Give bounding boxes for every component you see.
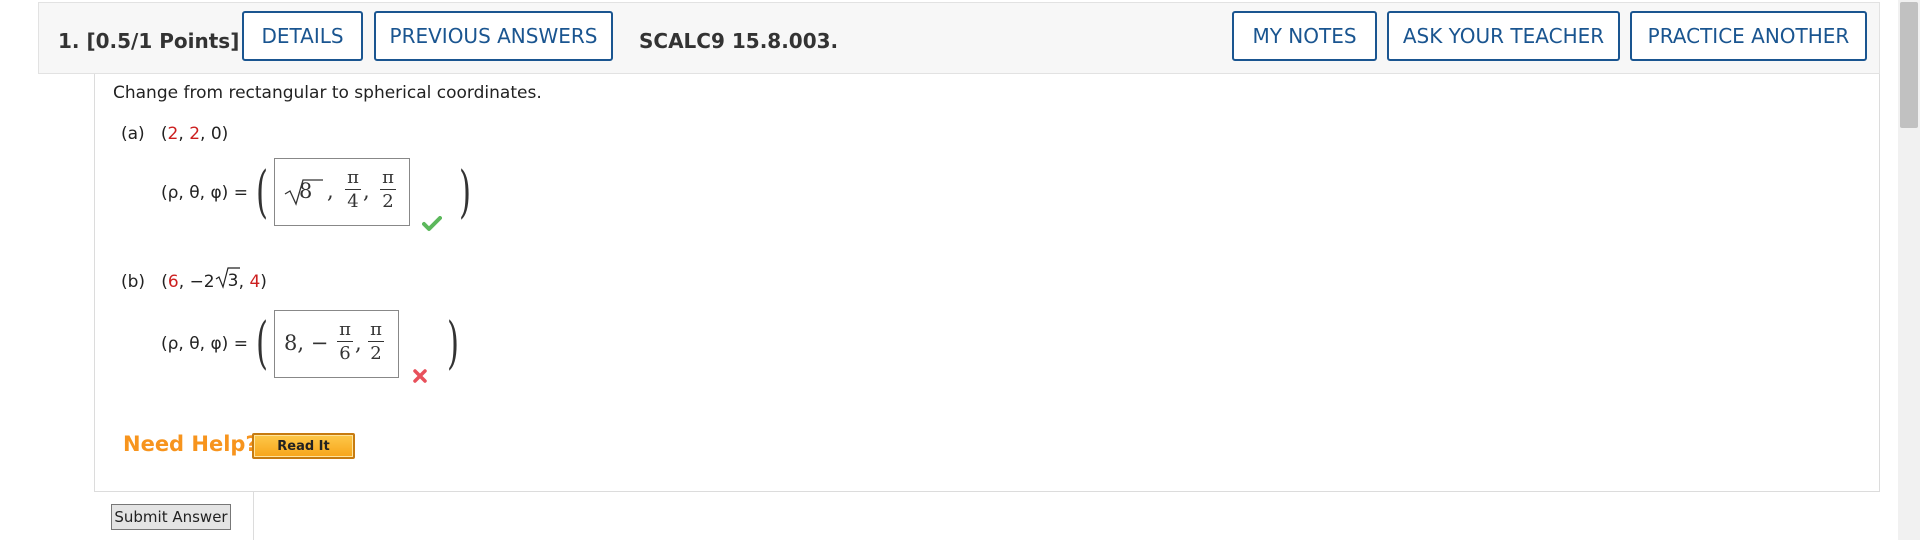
point-b-x: 6 xyxy=(167,272,179,292)
question-reference: SCALC9 15.8.003. xyxy=(639,29,839,53)
part-b-label: (b) xyxy=(121,272,146,292)
part-b-prompt: (b) (6, −2 3, 4) xyxy=(121,267,267,292)
part-b-open-paren: ( xyxy=(256,311,269,376)
answer-box-b[interactable]: 8, − π6 , π2 xyxy=(274,310,399,378)
my-notes-button[interactable]: MY NOTES xyxy=(1232,11,1377,61)
read-it-button[interactable]: Read It xyxy=(252,433,355,459)
part-a-label: (a) xyxy=(121,124,145,144)
part-a-open-paren: ( xyxy=(256,160,269,225)
point-a-y: 2 xyxy=(189,124,201,144)
question-number-points: 1. [0.5/1 Points] xyxy=(58,29,240,53)
submit-area-border xyxy=(253,491,1880,540)
part-b-close-paren: ) xyxy=(447,311,460,376)
sqrt-symbol: 3 xyxy=(215,267,240,291)
ask-your-teacher-button[interactable]: ASK YOUR TEACHER xyxy=(1387,11,1620,61)
point-b-y: −2 3 xyxy=(190,267,240,292)
point-b-z: 4 xyxy=(249,272,261,292)
practice-another-button[interactable]: PRACTICE ANOTHER xyxy=(1630,11,1867,61)
question-panel xyxy=(94,74,1880,492)
need-help-label: Need Help? xyxy=(123,432,258,456)
answer-b-rho: 8, − xyxy=(284,331,329,355)
answer-b-phi: π2 xyxy=(368,319,384,364)
point-a-z: 0 xyxy=(210,124,222,144)
answer-a-theta: π4 xyxy=(345,167,361,212)
part-a-lhs: (ρ, θ, φ) = xyxy=(161,183,248,203)
scrollbar-thumb[interactable] xyxy=(1900,2,1918,128)
submit-answer-button[interactable]: Submit Answer xyxy=(111,504,231,530)
answer-b-theta: π6 xyxy=(337,319,353,364)
instruction-text: Change from rectangular to spherical coo… xyxy=(113,83,542,103)
answer-a-phi: π2 xyxy=(380,167,396,212)
answer-box-a[interactable]: 8 , π4 , π2 xyxy=(274,158,410,226)
part-b-lhs: (ρ, θ, φ) = xyxy=(161,334,248,354)
part-a-prompt: (a) (2, 2, 0) xyxy=(121,124,229,144)
answer-a-radicand: 8 xyxy=(299,179,313,203)
previous-answers-button[interactable]: PREVIOUS ANSWERS xyxy=(374,11,613,61)
part-a-close-paren: ) xyxy=(459,160,472,225)
point-a-x: 2 xyxy=(167,124,179,144)
details-button[interactable]: DETAILS xyxy=(242,11,363,61)
check-icon xyxy=(422,216,442,231)
x-icon xyxy=(413,369,427,383)
